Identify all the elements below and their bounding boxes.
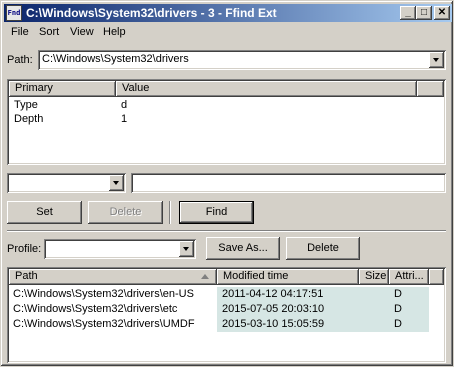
result-path: C:\Windows\System32\drivers\en-US: [13, 288, 194, 300]
result-modified: 2015-07-05 20:03:10: [222, 303, 325, 315]
results-header-filler: [429, 269, 444, 285]
criteria-field-dropdown-icon[interactable]: [109, 175, 124, 191]
criteria-row-type-value[interactable]: d: [121, 99, 127, 111]
menu-view[interactable]: View: [70, 26, 94, 38]
path-value: C:\Windows\System32\drivers: [42, 53, 189, 65]
result-attr: D: [394, 303, 402, 315]
result-row[interactable]: C:\Windows\System32\drivers\UMDF 2015-03…: [9, 317, 429, 332]
criteria-value-input[interactable]: [131, 173, 446, 193]
menu-bar: File Sort View Help: [4, 24, 452, 42]
delete-criteria-button[interactable]: Delete: [88, 201, 163, 224]
save-as-button[interactable]: Save As...: [206, 237, 280, 260]
ffind-window: Fnd C:\Windows\System32\drivers - 3 - Ff…: [0, 0, 454, 367]
path-label: Path:: [7, 54, 33, 66]
criteria-row-type-primary[interactable]: Type: [14, 99, 38, 111]
find-button[interactable]: Find: [179, 201, 254, 224]
result-row[interactable]: C:\Windows\System32\drivers\en-US 2011-0…: [9, 287, 429, 302]
set-button[interactable]: Set: [7, 201, 82, 224]
criteria-header-primary[interactable]: Primary: [9, 81, 116, 97]
minimize-button[interactable]: _: [400, 6, 416, 20]
path-combobox[interactable]: C:\Windows\System32\drivers: [38, 50, 446, 70]
criteria-row-depth-value[interactable]: 1: [121, 113, 127, 125]
menu-sort[interactable]: Sort: [39, 26, 59, 38]
criteria-list[interactable]: Primary Value Type d Depth 1: [7, 79, 446, 165]
results-list[interactable]: Path Modified time Size Attri... C:\Wind…: [7, 267, 446, 363]
title-bar[interactable]: Fnd C:\Windows\System32\drivers - 3 - Ff…: [4, 4, 452, 22]
result-path: C:\Windows\System32\drivers\etc: [13, 303, 178, 315]
app-icon[interactable]: Fnd: [6, 5, 22, 21]
window-title: C:\Windows\System32\drivers - 3 - Ffind …: [26, 6, 277, 20]
results-header-modified[interactable]: Modified time: [217, 269, 359, 285]
criteria-header-filler: [417, 81, 444, 97]
criteria-header-value[interactable]: Value: [116, 81, 417, 97]
profile-combobox[interactable]: [44, 239, 196, 259]
profile-dropdown-icon[interactable]: [179, 241, 194, 257]
profile-label: Profile:: [7, 243, 42, 255]
result-attr: D: [394, 318, 402, 330]
results-header-size[interactable]: Size: [359, 269, 389, 285]
button-separator: [169, 201, 171, 224]
close-button[interactable]: ✕: [434, 6, 450, 20]
profile-delete-button[interactable]: Delete: [286, 237, 360, 260]
results-header-attributes[interactable]: Attri...: [389, 269, 429, 285]
criteria-row-depth-primary[interactable]: Depth: [14, 113, 43, 125]
criteria-field-select[interactable]: [7, 173, 126, 193]
result-attr: D: [394, 288, 402, 300]
results-header-path[interactable]: Path: [9, 269, 217, 285]
menu-help[interactable]: Help: [103, 26, 126, 38]
maximize-button[interactable]: □: [416, 6, 432, 20]
results-header-path-label: Path: [15, 270, 38, 282]
result-modified: 2015-03-10 15:05:59: [222, 318, 325, 330]
result-row[interactable]: C:\Windows\System32\drivers\etc 2015-07-…: [9, 302, 429, 317]
menu-file[interactable]: File: [11, 26, 29, 38]
sort-ascending-icon: [201, 274, 209, 279]
path-dropdown-icon[interactable]: [429, 52, 444, 68]
result-path: C:\Windows\System32\drivers\UMDF: [13, 318, 195, 330]
result-modified: 2011-04-12 04:17:51: [222, 288, 324, 300]
section-divider: [7, 230, 446, 232]
